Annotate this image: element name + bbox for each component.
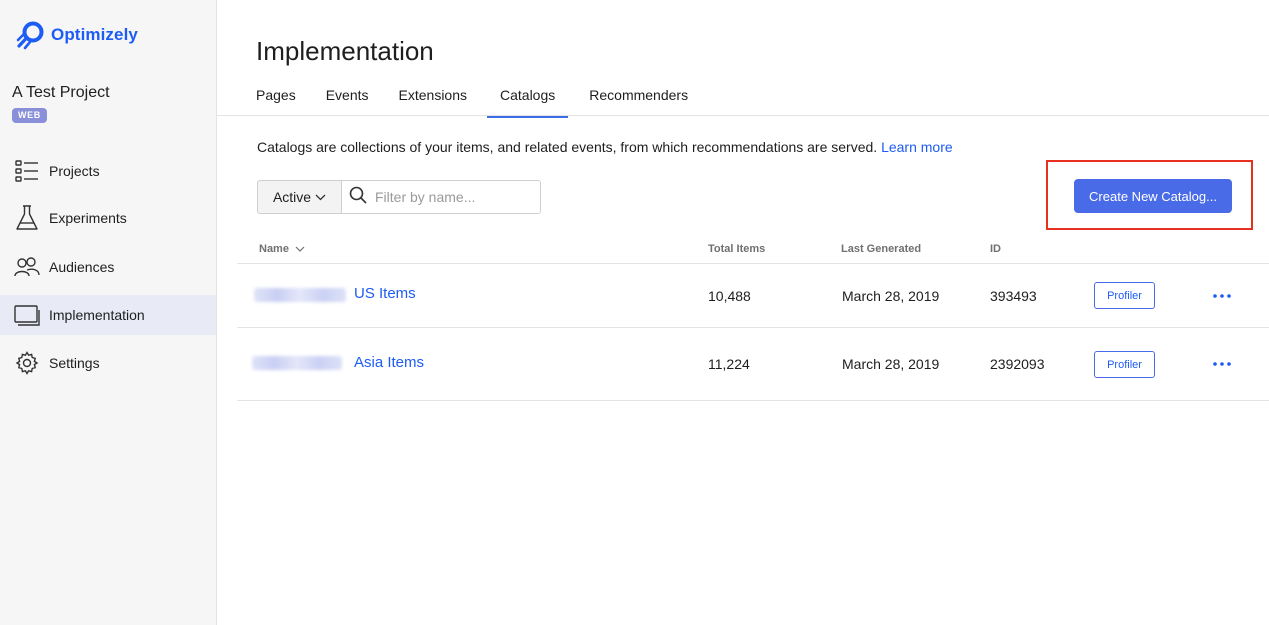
- status-dropdown-value: Active: [272, 189, 312, 205]
- description-text: Catalogs are collections of your items, …: [257, 139, 878, 155]
- sidebar-item-label: Implementation: [49, 307, 145, 323]
- tabs-divider: [217, 115, 1269, 116]
- project-type-badge: WEB: [12, 108, 47, 123]
- gear-icon: [14, 350, 40, 376]
- id-cell: 393493: [990, 288, 1037, 304]
- table-row-divider: [237, 327, 1269, 328]
- column-header-id: ID: [990, 243, 1001, 255]
- search-icon: [349, 186, 367, 209]
- profiler-button[interactable]: Profiler: [1094, 351, 1155, 378]
- list-icon: [14, 158, 40, 184]
- project-name[interactable]: A Test Project: [12, 84, 110, 102]
- sidebar-item-label: Experiments: [49, 210, 127, 226]
- last-generated-cell: March 28, 2019: [842, 356, 940, 372]
- table-header-divider: [237, 263, 1269, 264]
- page-title: Implementation: [256, 36, 434, 66]
- column-header-total-items: Total Items: [708, 243, 766, 255]
- filter-group: Active: [257, 180, 541, 214]
- tab-extensions[interactable]: Extensions: [399, 84, 467, 118]
- last-generated-cell: March 28, 2019: [842, 288, 940, 304]
- logo-text: Optimizely: [51, 25, 138, 44]
- more-options-icon[interactable]: [1210, 357, 1234, 371]
- sidebar-item-implementation[interactable]: Implementation: [0, 295, 216, 335]
- filter-search-input[interactable]: [375, 189, 535, 205]
- app-root: Optimizely A Test Project WEB Projects E…: [0, 0, 1269, 625]
- id-cell: 2392093: [990, 356, 1045, 372]
- more-options-icon[interactable]: [1210, 289, 1234, 303]
- search-box: [342, 180, 541, 214]
- sidebar-item-label: Projects: [49, 163, 100, 179]
- sidebar-item-projects[interactable]: Projects: [0, 151, 216, 191]
- redacted-thumbnail: [254, 288, 346, 302]
- status-dropdown[interactable]: Active: [257, 180, 342, 214]
- sort-chevron-icon: [295, 246, 305, 252]
- learn-more-link[interactable]: Learn more: [881, 139, 953, 155]
- tab-catalogs[interactable]: Catalogs: [486, 84, 569, 118]
- sidebar-item-label: Audiences: [49, 259, 115, 275]
- tab-pages[interactable]: Pages: [256, 84, 296, 118]
- sidebar: Optimizely A Test Project WEB Projects E…: [0, 0, 217, 625]
- total-items-cell: 10,488: [708, 288, 751, 304]
- column-header-last-generated: Last Generated: [841, 243, 922, 255]
- logo[interactable]: Optimizely: [16, 20, 138, 50]
- catalog-name-link[interactable]: US Items: [354, 285, 416, 302]
- tab-events[interactable]: Events: [326, 84, 369, 118]
- chevron-down-icon: [315, 194, 326, 201]
- tab-bar: Pages Events Extensions Catalogs Recomme…: [256, 84, 688, 118]
- flask-icon: [14, 205, 40, 231]
- sidebar-item-label: Settings: [49, 355, 100, 371]
- table-row-divider: [237, 400, 1269, 401]
- catalogs-description: Catalogs are collections of your items, …: [257, 139, 953, 155]
- total-items-cell: 11,224: [708, 356, 750, 372]
- sidebar-item-settings[interactable]: Settings: [0, 343, 216, 383]
- monitor-icon: [14, 302, 40, 328]
- redacted-thumbnail: [252, 356, 342, 370]
- column-header-name[interactable]: Name: [259, 243, 305, 255]
- create-catalog-button[interactable]: Create New Catalog...: [1074, 179, 1232, 213]
- optimizely-logo-icon: [16, 21, 44, 50]
- sidebar-item-audiences[interactable]: Audiences: [0, 247, 216, 287]
- column-header-label: Name: [259, 243, 289, 255]
- audience-icon: [14, 254, 40, 280]
- tab-recommenders[interactable]: Recommenders: [589, 84, 688, 118]
- profiler-button[interactable]: Profiler: [1094, 282, 1155, 309]
- sidebar-item-experiments[interactable]: Experiments: [0, 198, 216, 238]
- catalog-name-link[interactable]: Asia Items: [354, 354, 424, 371]
